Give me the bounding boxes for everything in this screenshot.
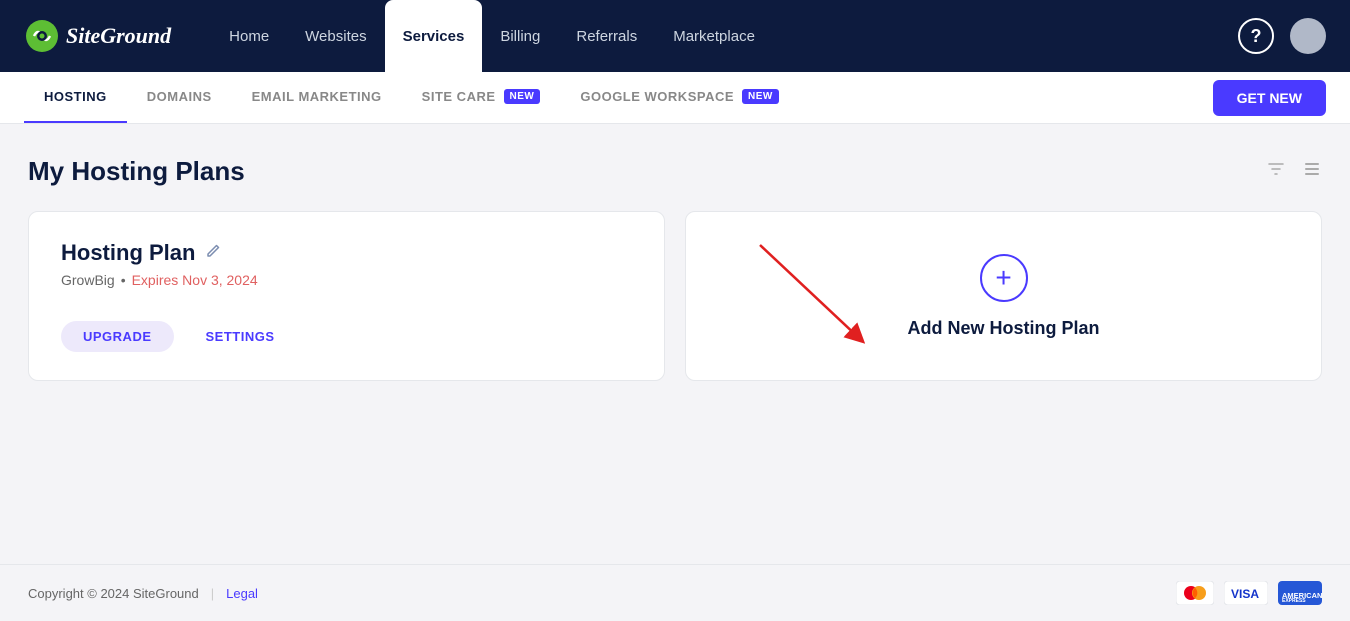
hosting-plan-title-row: Hosting Plan: [61, 240, 632, 266]
add-hosting-label: Add New Hosting Plan: [907, 318, 1099, 339]
plan-type: GrowBig: [61, 272, 115, 288]
page-title: My Hosting Plans: [28, 156, 245, 187]
sub-nav-hosting[interactable]: HOSTING: [24, 72, 127, 123]
svg-text:VISA: VISA: [1231, 587, 1259, 601]
footer-divider: |: [211, 586, 214, 601]
sub-nav-domains[interactable]: DOMAINS: [127, 72, 232, 123]
main-content: My Hosting Plans Hosting Plan: [0, 124, 1350, 564]
page-header: My Hosting Plans: [28, 156, 1322, 187]
nav-link-websites[interactable]: Websites: [287, 0, 384, 72]
hosting-plan-name: Hosting Plan: [61, 240, 195, 266]
footer-left: Copyright © 2024 SiteGround | Legal: [28, 586, 258, 601]
add-hosting-card[interactable]: + Add New Hosting Plan: [685, 211, 1322, 381]
nav-link-marketplace[interactable]: Marketplace: [655, 0, 773, 72]
mastercard-icon: [1176, 581, 1214, 605]
nav-link-billing[interactable]: Billing: [482, 0, 558, 72]
edit-icon[interactable]: [205, 243, 221, 264]
sub-nav-items: HOSTING DOMAINS EMAIL MARKETING SITE CAR…: [24, 72, 1213, 123]
nav-links: Home Websites Services Billing Referrals…: [211, 0, 1238, 72]
nav-link-referrals[interactable]: Referrals: [558, 0, 655, 72]
plan-expires: Expires Nov 3, 2024: [132, 272, 258, 288]
top-nav: SiteGround Home Websites Services Billin…: [0, 0, 1350, 72]
sub-nav-email-marketing[interactable]: EMAIL MARKETING: [232, 72, 402, 123]
filter-icon[interactable]: [1266, 159, 1286, 184]
card-actions: UPGRADE SETTINGS: [61, 321, 632, 352]
help-button[interactable]: ?: [1238, 18, 1274, 54]
sub-nav-google-workspace[interactable]: GOOGLE WORKSPACE NEW: [560, 72, 799, 123]
dot-separator: •: [121, 272, 126, 288]
footer-right: VISA AMERICAN EXPRESS: [1176, 581, 1322, 605]
get-new-button[interactable]: GET NEW: [1213, 80, 1326, 116]
logo[interactable]: SiteGround: [24, 18, 171, 54]
add-circle-button[interactable]: +: [980, 254, 1028, 302]
logo-icon: [24, 18, 60, 54]
nav-right: ?: [1238, 18, 1326, 54]
legal-link[interactable]: Legal: [226, 586, 258, 601]
list-icon[interactable]: [1302, 159, 1322, 184]
user-avatar[interactable]: [1290, 18, 1326, 54]
badge-new-gws: NEW: [742, 89, 779, 104]
svg-text:EXPRESS: EXPRESS: [1282, 598, 1306, 604]
badge-new-sitecare: NEW: [504, 89, 541, 104]
nav-link-services[interactable]: Services: [385, 0, 483, 72]
logo-text: SiteGround: [66, 23, 171, 49]
header-actions: [1266, 159, 1322, 184]
amex-icon: AMERICAN EXPRESS: [1278, 581, 1322, 605]
copyright-text: Copyright © 2024 SiteGround: [28, 586, 199, 601]
sub-nav-site-care[interactable]: SITE CARE NEW: [402, 72, 561, 123]
sub-nav: HOSTING DOMAINS EMAIL MARKETING SITE CAR…: [0, 72, 1350, 124]
visa-icon: VISA: [1224, 581, 1268, 605]
hosting-plan-subtitle: GrowBig • Expires Nov 3, 2024: [61, 272, 632, 288]
footer: Copyright © 2024 SiteGround | Legal VISA: [0, 564, 1350, 621]
nav-link-home[interactable]: Home: [211, 0, 287, 72]
hosting-plan-card: Hosting Plan GrowBig • Expires Nov 3, 20…: [28, 211, 665, 381]
cards-container: Hosting Plan GrowBig • Expires Nov 3, 20…: [28, 211, 1322, 381]
upgrade-button[interactable]: UPGRADE: [61, 321, 174, 352]
hosting-plan-info: Hosting Plan GrowBig • Expires Nov 3, 20…: [61, 240, 632, 288]
settings-link[interactable]: SETTINGS: [206, 329, 275, 344]
